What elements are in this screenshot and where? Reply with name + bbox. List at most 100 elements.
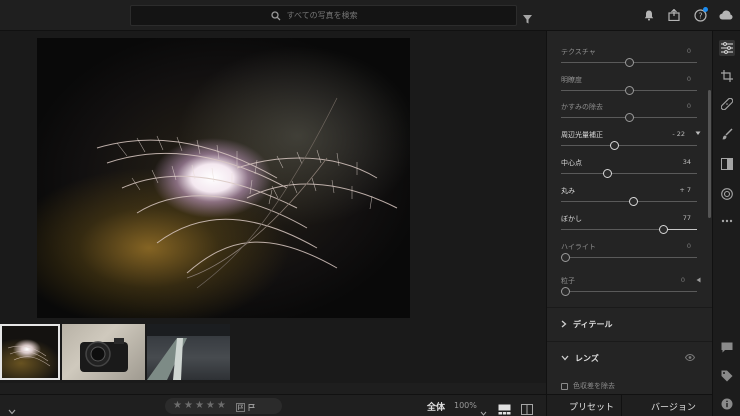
search-icon <box>270 10 281 21</box>
brush-icon[interactable] <box>719 126 735 142</box>
slider-value[interactable]: 0 <box>687 242 691 250</box>
slider-roundness[interactable]: 丸み + 7 <box>555 186 705 213</box>
slider-midpoint[interactable]: 中心点 34 <box>555 158 705 185</box>
slider-value[interactable]: + 7 <box>679 186 691 194</box>
chevron-right-icon <box>561 320 567 330</box>
slider-track[interactable] <box>561 291 697 292</box>
remove-ca-checkbox[interactable] <box>561 382 568 390</box>
filmstrip-view-icon[interactable] <box>498 400 511 416</box>
tool-strip <box>712 31 740 416</box>
slider-clarity[interactable]: 明瞭度 0 <box>555 75 705 102</box>
star-2[interactable]: ★ <box>184 401 193 411</box>
compare-view-icon[interactable] <box>521 400 533 416</box>
slider-value[interactable]: 0 <box>681 276 685 284</box>
slider-label: かすみの除去 <box>561 103 603 111</box>
healing-bandage-icon[interactable] <box>719 96 735 112</box>
pick-flag-icon[interactable] <box>235 397 245 416</box>
slider-thumb[interactable] <box>610 141 619 150</box>
slider-label: ぼかし <box>561 215 582 223</box>
slider-thumb[interactable] <box>625 58 634 67</box>
reject-flag-icon[interactable] <box>247 397 256 416</box>
slider-thumb[interactable] <box>629 197 638 206</box>
slider-value[interactable]: 34 <box>683 158 691 166</box>
slider-highlights[interactable]: ハイライト 0 <box>555 242 705 269</box>
slider-dehaze[interactable]: かすみの除去 0 <box>555 102 705 129</box>
slider-value[interactable]: 0 <box>687 47 691 55</box>
slider-track[interactable] <box>561 173 697 174</box>
zoom-level[interactable]: 100% <box>454 401 477 410</box>
slider-thumb[interactable] <box>625 86 634 95</box>
star-1[interactable]: ★ <box>173 401 182 411</box>
slider-thumb[interactable] <box>659 225 668 234</box>
linear-gradient-icon[interactable] <box>719 156 735 172</box>
slider-value[interactable]: - 22 <box>672 130 685 138</box>
preset-version-bar: プリセット バージョン <box>546 394 712 416</box>
eye-icon[interactable] <box>684 353 696 363</box>
slider-thumb[interactable] <box>603 169 612 178</box>
fit-button[interactable]: 全体 <box>427 400 445 413</box>
slider-value[interactable]: 0 <box>687 75 691 83</box>
main-photo[interactable] <box>37 38 410 318</box>
slider-value[interactable]: 77 <box>683 214 691 222</box>
panel-scrollbar[interactable] <box>708 90 711 218</box>
chevron-down-icon[interactable] <box>8 400 16 416</box>
checkbox-label: 色収差を除去 <box>573 382 615 390</box>
top-bar: ? <box>0 0 740 31</box>
filmstrip <box>0 321 546 383</box>
slider-label: 中心点 <box>561 159 582 167</box>
slider-track[interactable] <box>561 229 697 230</box>
zoom-chevron-icon[interactable] <box>480 401 487 416</box>
search-box[interactable] <box>130 5 517 26</box>
photo-canvas[interactable] <box>0 31 546 321</box>
section-detail[interactable]: ディテール <box>547 307 712 341</box>
remove-ca-checkbox-row[interactable]: 色収差を除去 <box>561 381 615 391</box>
rating-control[interactable]: ★ ★ ★ ★ ★ <box>165 398 282 414</box>
search-input[interactable] <box>286 11 377 20</box>
slider-value[interactable]: 0 <box>687 102 691 110</box>
grain-expand-icon[interactable] <box>696 277 701 285</box>
slider-label: テクスチャ <box>561 48 596 56</box>
svg-text:?: ? <box>698 11 702 20</box>
section-title: ディテール <box>573 320 613 329</box>
presets-button[interactable]: プリセット <box>569 400 614 413</box>
slider-feather[interactable]: ぼかし 77 <box>555 214 705 241</box>
star-3[interactable]: ★ <box>195 401 204 411</box>
section-title: レンズ <box>575 354 599 363</box>
slider-track[interactable] <box>561 145 697 146</box>
share-icon[interactable] <box>666 7 682 23</box>
edit-sliders-icon[interactable] <box>719 40 735 56</box>
slider-label: 丸み <box>561 187 575 195</box>
slider-texture[interactable]: テクスチャ 0 <box>555 47 705 74</box>
slider-grain[interactable]: 粒子 0 <box>555 276 705 303</box>
slider-thumb[interactable] <box>561 287 570 296</box>
edit-panel: テクスチャ 0 明瞭度 0 かすみの除去 0 周辺光量補正 - 22 中心点 3… <box>546 31 712 394</box>
divider <box>621 395 622 416</box>
thumbnail-1[interactable] <box>0 324 60 380</box>
versions-button[interactable]: バージョン <box>651 400 696 413</box>
tag-icon[interactable] <box>719 368 735 384</box>
help-badge <box>703 7 708 12</box>
help-icon[interactable]: ? <box>692 7 708 23</box>
comment-icon[interactable] <box>719 339 735 355</box>
slider-track[interactable] <box>561 257 697 258</box>
slider-label: 粒子 <box>561 277 575 285</box>
thumbnail-2[interactable] <box>62 324 145 380</box>
radial-gradient-icon[interactable] <box>719 186 735 202</box>
thumbnail-3[interactable] <box>147 324 230 380</box>
star-5[interactable]: ★ <box>217 401 226 411</box>
filter-icon[interactable] <box>523 9 532 28</box>
photo-editor-app: ? <box>0 0 740 416</box>
slider-vignette[interactable]: 周辺光量補正 - 22 <box>555 130 705 157</box>
slider-label: ハイライト <box>561 243 596 251</box>
notification-bell-icon[interactable] <box>641 7 657 23</box>
pampas-grass-drawing <box>96 97 398 289</box>
more-icon[interactable] <box>719 213 735 229</box>
vignette-collapse-icon[interactable] <box>695 131 701 138</box>
star-4[interactable]: ★ <box>206 401 215 411</box>
slider-thumb[interactable] <box>561 253 570 262</box>
info-icon[interactable] <box>719 396 735 412</box>
slider-thumb[interactable] <box>625 113 634 122</box>
crop-icon[interactable] <box>719 68 735 84</box>
cloud-icon[interactable] <box>718 7 734 23</box>
section-lens[interactable]: レンズ <box>547 341 712 375</box>
